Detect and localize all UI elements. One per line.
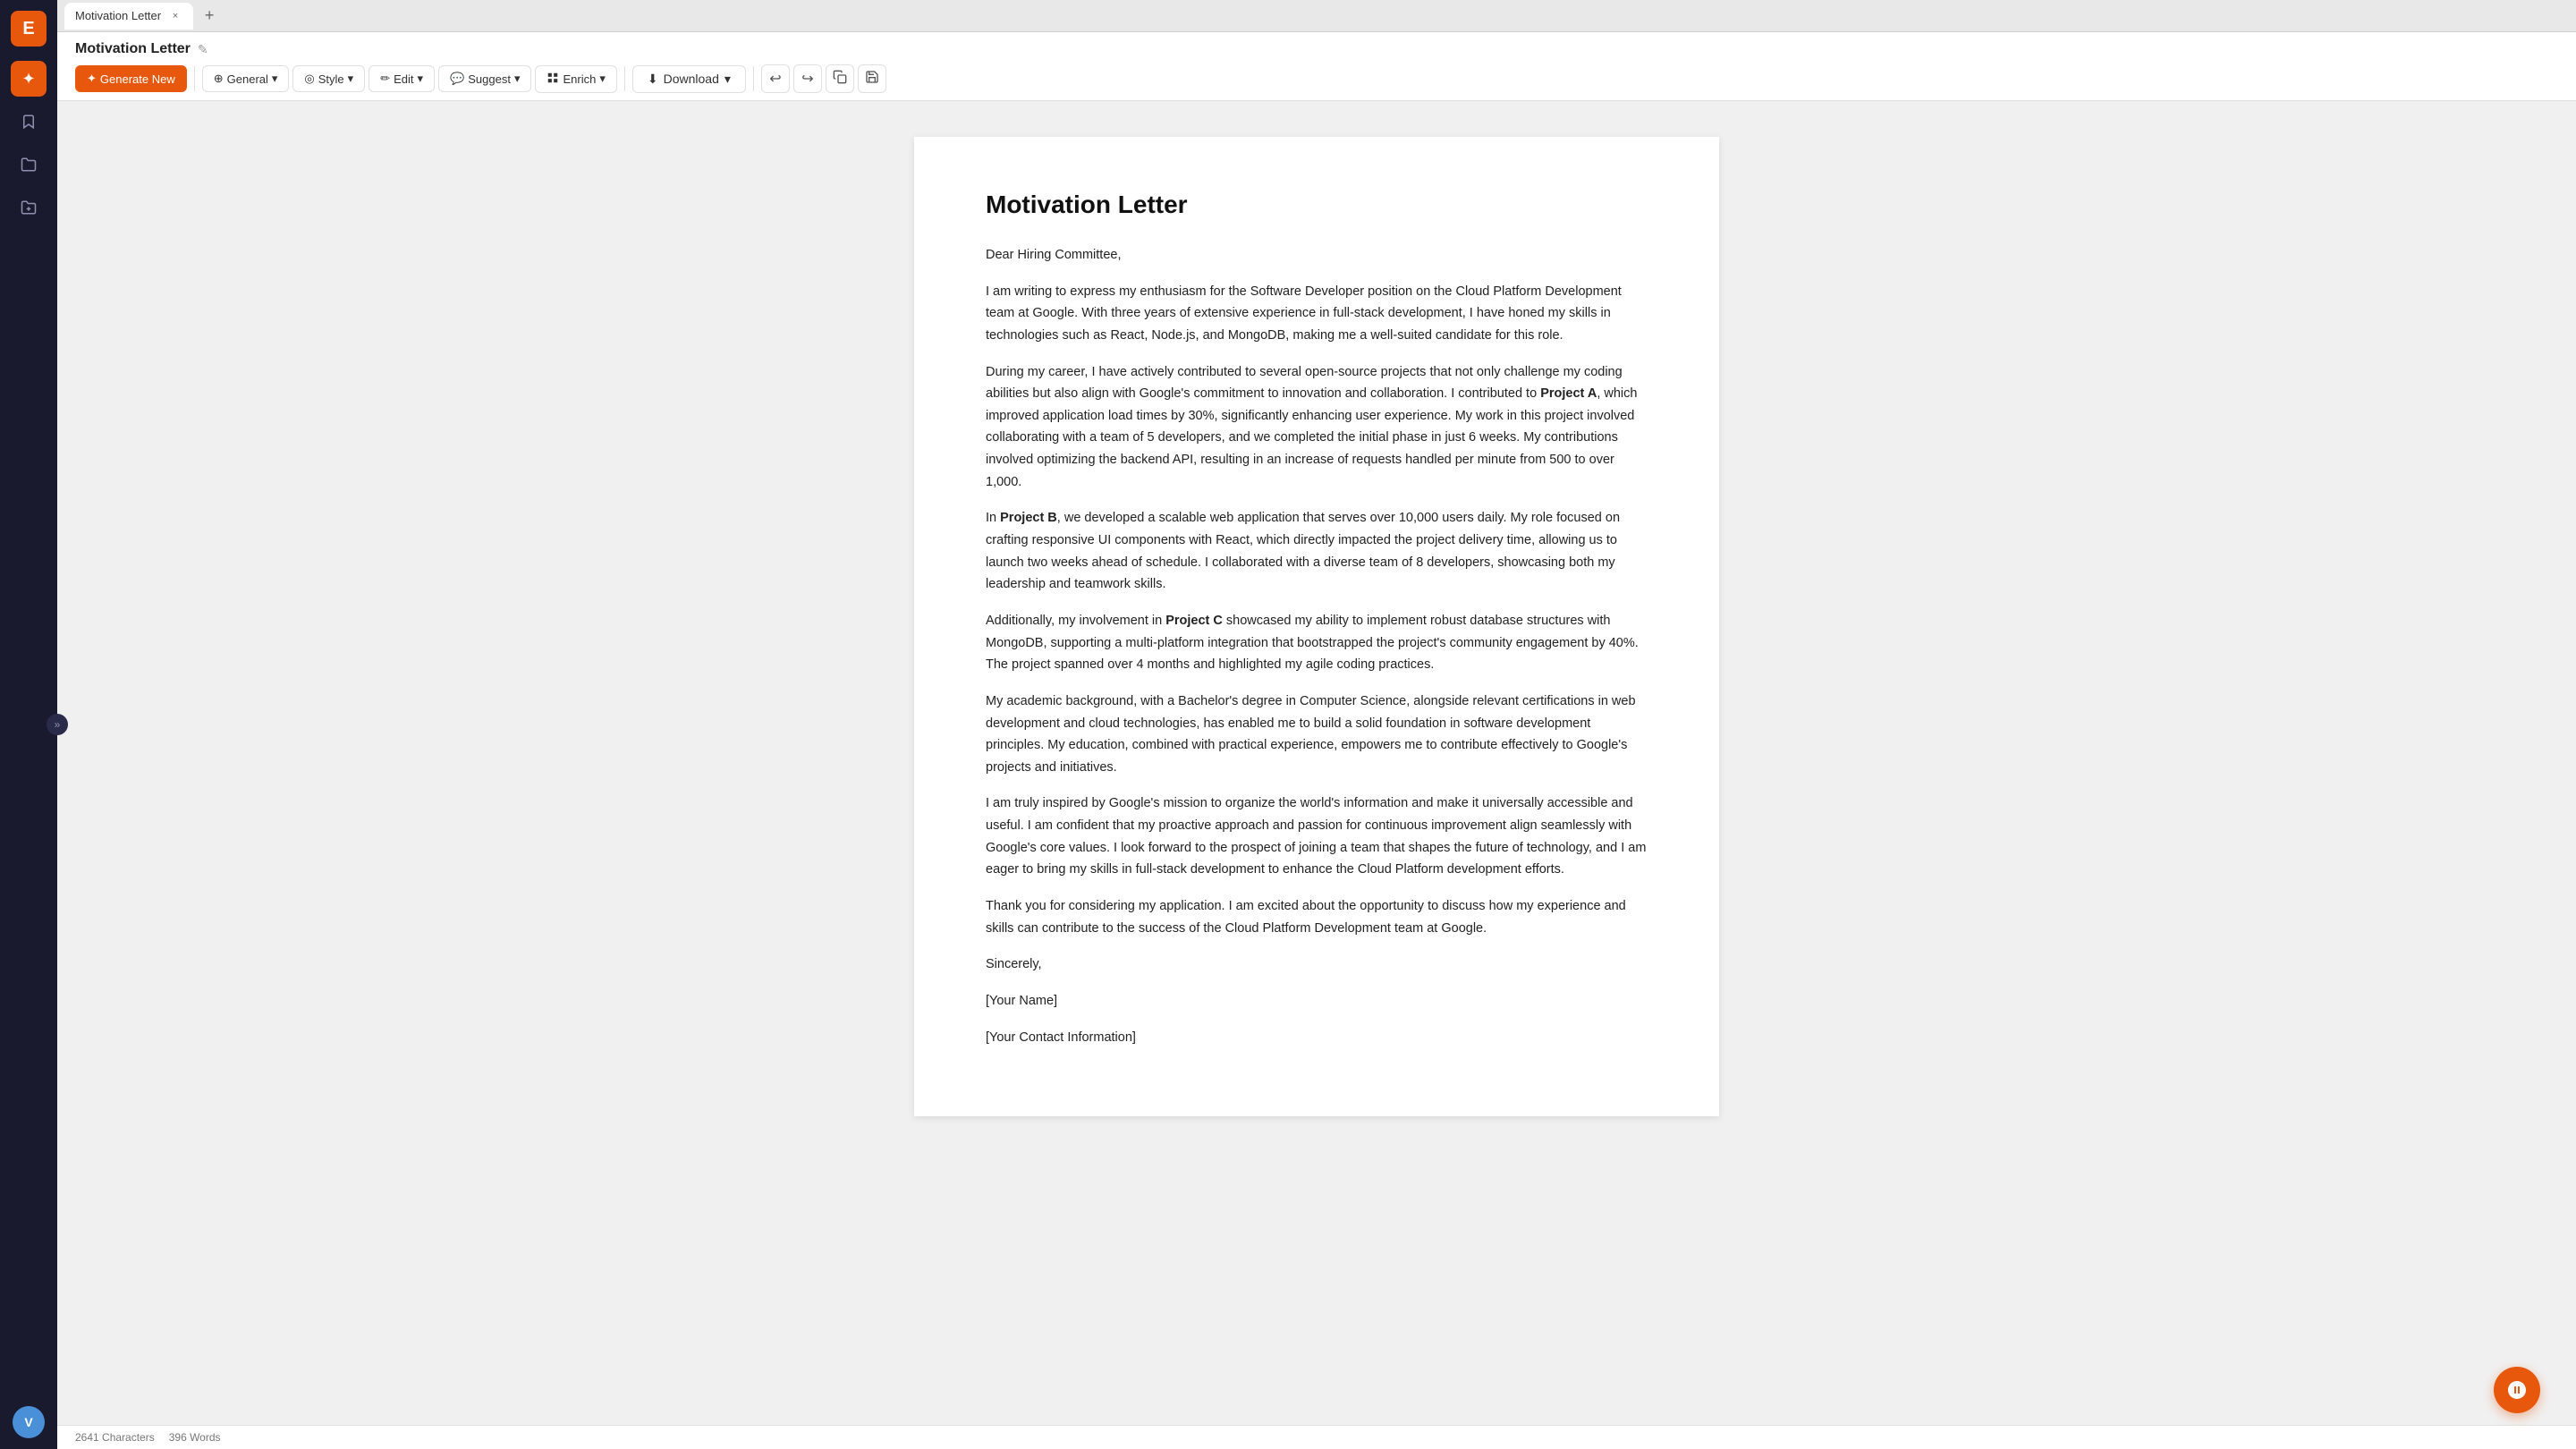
sidebar-item-bookmark[interactable]	[11, 104, 47, 140]
download-chevron-icon: ▾	[724, 72, 731, 87]
document-title: Motivation Letter	[75, 41, 191, 57]
tab-add-button[interactable]: +	[197, 4, 222, 29]
style-label: Style	[318, 72, 344, 86]
paragraph-3-after: , we developed a scalable web applicatio…	[986, 511, 1620, 591]
doc-title-row: Motivation Letter ✎	[75, 41, 2558, 57]
paragraph-2-before: During my career, I have actively contri…	[986, 365, 1623, 402]
edit-label: Edit	[394, 72, 413, 86]
chat-fab-button[interactable]	[2494, 1367, 2540, 1413]
enrich-button[interactable]: Enrich ▾	[535, 65, 616, 93]
toolbar-separator-1	[194, 66, 195, 91]
app-logo[interactable]: E	[11, 11, 47, 47]
tab-bar: Motivation Letter × +	[57, 0, 2576, 32]
redo-button[interactable]: ↪	[793, 64, 822, 93]
undo-icon: ↩	[769, 70, 781, 88]
general-chevron-icon: ▾	[272, 72, 278, 86]
author-contact: [Your Contact Information]	[986, 1027, 1648, 1049]
toolbar: ✦ Generate New ⊕ General ▾ ◎ Style ▾ ✏ E…	[75, 64, 2558, 100]
paragraph-7: Thank you for considering my application…	[986, 895, 1648, 939]
download-button[interactable]: ⬇ Download ▾	[632, 65, 746, 93]
editor-header: Motivation Letter ✎ ✦ Generate New ⊕ Gen…	[57, 32, 2576, 101]
download-label: Download	[664, 72, 719, 86]
closing: Sincerely,	[986, 953, 1648, 976]
paragraph-6: I am truly inspired by Google's mission …	[986, 792, 1648, 881]
enrich-label: Enrich	[563, 72, 596, 86]
document-page: Motivation Letter Dear Hiring Committee,…	[914, 137, 1719, 1116]
tab-label: Motivation Letter	[75, 9, 161, 22]
paragraph-2: During my career, I have actively contri…	[986, 361, 1648, 494]
sidebar-item-folder1[interactable]	[11, 147, 47, 182]
save-button[interactable]	[858, 64, 886, 93]
toolbar-separator-2	[624, 66, 625, 91]
paragraph-1: I am writing to express my enthusiasm fo…	[986, 281, 1648, 347]
generate-icon: ✦	[87, 72, 97, 86]
paragraph-4-before: Additionally, my involvement in	[986, 614, 1165, 628]
main-area: Motivation Letter × + Motivation Letter …	[57, 0, 2576, 1449]
generate-new-button[interactable]: ✦ Generate New	[75, 65, 187, 92]
toolbar-separator-3	[753, 66, 754, 91]
edit-title-icon[interactable]: ✎	[198, 42, 208, 57]
document-area[interactable]: Motivation Letter Dear Hiring Committee,…	[57, 101, 2576, 1425]
save-icon	[865, 70, 879, 89]
word-count: 396 Words	[169, 1431, 221, 1444]
copy-icon	[833, 70, 847, 89]
paragraph-2-after: , which improved application load times …	[986, 386, 1637, 489]
style-chevron-icon: ▾	[348, 72, 354, 86]
sidebar-collapse-button[interactable]: »	[47, 714, 68, 735]
sidebar-item-folder2[interactable]	[11, 190, 47, 225]
document-heading: Motivation Letter	[986, 191, 1648, 219]
project-a-label: Project A	[1540, 386, 1597, 401]
style-icon: ◎	[304, 72, 314, 86]
suggest-label: Suggest	[468, 72, 511, 86]
tab-close-button[interactable]: ×	[168, 9, 182, 23]
tab-motivation-letter[interactable]: Motivation Letter ×	[64, 3, 193, 30]
enrich-icon	[547, 72, 559, 87]
status-bar: 2641 Characters 396 Words	[57, 1425, 2576, 1449]
edit-chevron-icon: ▾	[418, 72, 424, 86]
generate-label: Generate New	[100, 72, 175, 86]
edit-button[interactable]: ✏ Edit ▾	[369, 65, 435, 92]
style-button[interactable]: ◎ Style ▾	[292, 65, 365, 92]
paragraph-4: Additionally, my involvement in Project …	[986, 610, 1648, 676]
general-icon: ⊕	[214, 72, 224, 86]
author-name: [Your Name]	[986, 990, 1648, 1013]
redo-icon: ↪	[801, 70, 813, 88]
download-icon: ⬇	[648, 72, 658, 87]
general-button[interactable]: ⊕ General ▾	[202, 65, 290, 92]
user-avatar[interactable]: V	[13, 1406, 45, 1438]
greeting: Dear Hiring Committee,	[986, 244, 1648, 267]
character-count: 2641 Characters	[75, 1431, 155, 1444]
suggest-button[interactable]: 💬 Suggest ▾	[438, 65, 531, 92]
project-b-label: Project B	[1000, 511, 1057, 525]
sidebar-item-star[interactable]: ✦	[11, 61, 47, 97]
enrich-chevron-icon: ▾	[599, 72, 606, 86]
paragraph-3-before: In	[986, 511, 1000, 525]
suggest-icon: 💬	[450, 72, 464, 86]
project-c-label: Project C	[1165, 614, 1223, 628]
general-label: General	[227, 72, 268, 86]
paragraph-5: My academic background, with a Bachelor'…	[986, 691, 1648, 779]
paragraph-3: In Project B, we developed a scalable we…	[986, 507, 1648, 596]
copy-button[interactable]	[826, 64, 854, 93]
suggest-chevron-icon: ▾	[514, 72, 521, 86]
edit-icon: ✏	[380, 72, 390, 86]
undo-button[interactable]: ↩	[761, 64, 790, 93]
